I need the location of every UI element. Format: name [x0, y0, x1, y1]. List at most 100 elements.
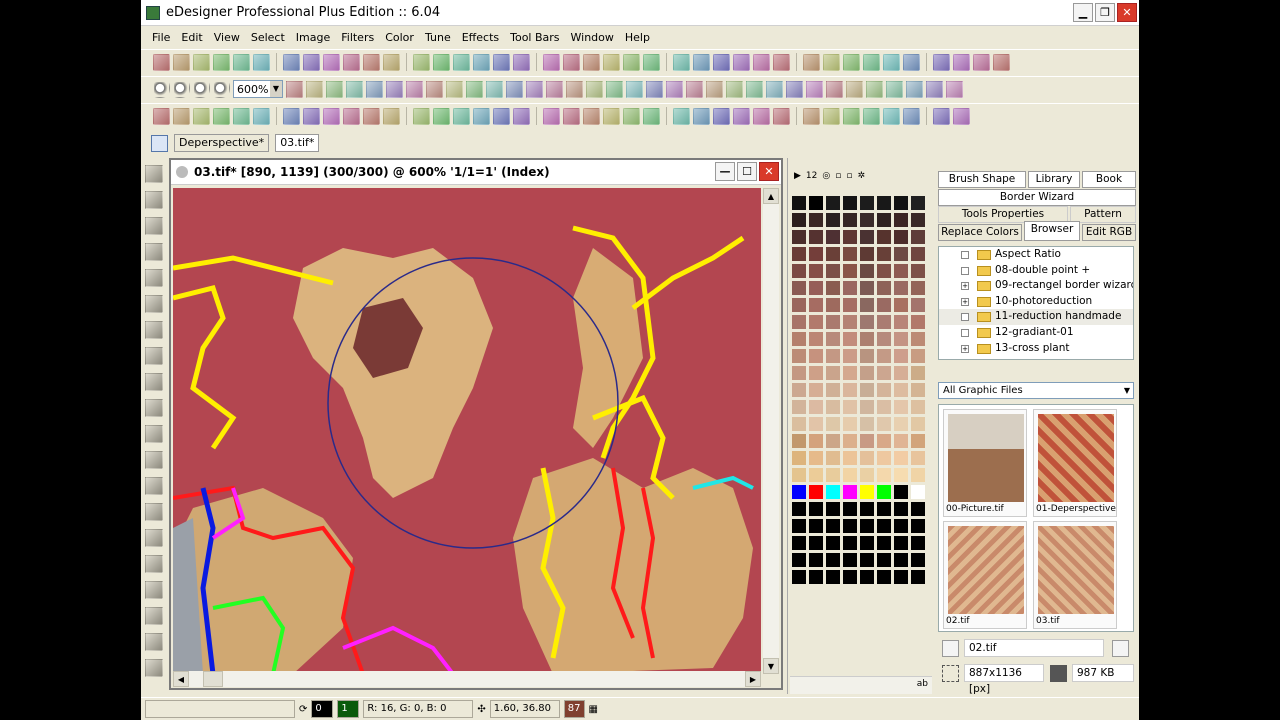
toolbar-tool-icon[interactable] [363, 53, 380, 71]
palette-swatch[interactable] [843, 468, 857, 482]
palette-swatch[interactable] [792, 502, 806, 516]
toolbar-tool-icon[interactable] [433, 53, 450, 71]
palette-swatch[interactable] [809, 349, 823, 363]
palette-swatch[interactable] [809, 315, 823, 329]
palette-swatch[interactable] [809, 247, 823, 261]
view-tool-icon[interactable] [746, 80, 763, 98]
palette-swatch[interactable] [843, 315, 857, 329]
toolbar-tool-icon[interactable] [603, 53, 620, 71]
menu-tune[interactable]: Tune [424, 30, 452, 45]
palette-swatch[interactable] [877, 196, 891, 210]
toolbar-tool-icon[interactable] [773, 53, 790, 71]
tab-book-shelf[interactable]: Book Shelf [1082, 171, 1136, 200]
palette-swatch[interactable] [877, 536, 891, 550]
palette-swatch[interactable] [809, 485, 823, 499]
palette-swatch[interactable] [860, 451, 874, 465]
toolbar-tool-icon[interactable] [993, 53, 1010, 71]
side-tool-icon[interactable] [145, 165, 163, 183]
toolbar-tool-icon[interactable] [513, 53, 530, 71]
palette-swatch[interactable] [894, 196, 908, 210]
palette-swatch[interactable] [894, 451, 908, 465]
view-tool-icon[interactable] [566, 80, 583, 98]
edit-tool-icon[interactable] [883, 107, 900, 125]
palette-swatch[interactable] [860, 247, 874, 261]
palette-swatch[interactable] [792, 536, 806, 550]
palette-swatch[interactable] [860, 332, 874, 346]
palette-swatch[interactable] [877, 502, 891, 516]
palette-swatch[interactable] [877, 247, 891, 261]
view-tool-icon[interactable] [346, 80, 363, 98]
palette-swatch[interactable] [911, 230, 925, 244]
zoom-select[interactable]: 600% ▼ [233, 80, 283, 98]
palette-swatch[interactable] [792, 213, 806, 227]
tree-item[interactable]: +09-rectangel border wizarc [939, 278, 1133, 294]
palette-swatch[interactable] [860, 485, 874, 499]
expand-icon[interactable] [961, 328, 969, 337]
tree-item[interactable]: +10-photoreduction [939, 294, 1133, 310]
menu-toolbars[interactable]: Tool Bars [509, 30, 560, 45]
toolbar-tool-icon[interactable] [283, 53, 300, 71]
zoom-out-icon[interactable] [193, 80, 210, 98]
toolbar-tool-icon[interactable] [153, 53, 170, 71]
menu-select[interactable]: Select [250, 30, 286, 45]
palette-swatch[interactable] [894, 366, 908, 380]
tree-item[interactable]: 12-gradiant-01 [939, 325, 1133, 341]
view-tool-icon[interactable] [546, 80, 563, 98]
palette-swatch[interactable] [877, 332, 891, 346]
palette-swatch[interactable] [792, 451, 806, 465]
palette-swatch[interactable] [792, 434, 806, 448]
toolbar-tool-icon[interactable] [883, 53, 900, 71]
toolbar-tool-icon[interactable] [453, 53, 470, 71]
view-tool-icon[interactable] [826, 80, 843, 98]
menu-color[interactable]: Color [384, 30, 415, 45]
palette-swatch[interactable] [911, 536, 925, 550]
toolbar-tool-icon[interactable] [493, 53, 510, 71]
menu-window[interactable]: Window [570, 30, 615, 45]
palette-swatch[interactable] [877, 366, 891, 380]
zoom-in-icon[interactable] [173, 80, 190, 98]
palette-swatch[interactable] [911, 553, 925, 567]
scroll-thumb[interactable] [203, 671, 223, 687]
palette-swatch[interactable] [894, 264, 908, 278]
image-canvas[interactable] [173, 188, 761, 674]
view-tool-icon[interactable] [366, 80, 383, 98]
toolbar-tool-icon[interactable] [543, 53, 560, 71]
palette-swatch[interactable] [911, 196, 925, 210]
edit-tool-icon[interactable] [173, 107, 190, 125]
palette-swatch[interactable] [877, 315, 891, 329]
edit-tool-icon[interactable] [733, 107, 750, 125]
tab-browser[interactable]: Browser [1024, 221, 1080, 241]
zoom-fit-icon[interactable] [213, 80, 230, 98]
palette-swatch[interactable] [792, 298, 806, 312]
toolbar-tool-icon[interactable] [343, 53, 360, 71]
palette-swatch[interactable] [860, 468, 874, 482]
palette-swatch[interactable] [843, 553, 857, 567]
palette-scrollbar[interactable]: ab [790, 676, 932, 694]
palette-swatch[interactable] [911, 519, 925, 533]
palette-swatch[interactable] [843, 434, 857, 448]
edit-tool-icon[interactable] [383, 107, 400, 125]
palette-swatch[interactable] [826, 264, 840, 278]
palette-swatch[interactable] [843, 400, 857, 414]
view-tool-icon[interactable] [286, 80, 303, 98]
tree-item-selected[interactable]: 11-reduction handmade [939, 309, 1133, 325]
palette-swatch[interactable] [792, 332, 806, 346]
edit-tool-icon[interactable] [603, 107, 620, 125]
expand-icon[interactable]: + [961, 282, 969, 291]
palette-swatch[interactable] [809, 332, 823, 346]
palette-swatch[interactable] [894, 536, 908, 550]
palette-swatch[interactable] [894, 383, 908, 397]
thumbnail[interactable]: 02.tif [943, 521, 1027, 629]
refresh-icon[interactable]: ⟳ [299, 704, 307, 715]
palette-swatch[interactable] [809, 264, 823, 278]
minimize-button[interactable]: ▁ [1073, 3, 1093, 22]
palette-swatch[interactable] [809, 366, 823, 380]
toolbar-tool-icon[interactable] [303, 53, 320, 71]
toolbar-tool-icon[interactable] [953, 53, 970, 71]
vertical-scrollbar[interactable]: ▲ ▼ [763, 188, 779, 674]
palette-swatch[interactable] [860, 434, 874, 448]
palette-swatch[interactable] [860, 349, 874, 363]
folder-tree[interactable]: Aspect Ratio 08-double point + +09-recta… [938, 246, 1134, 360]
palette-swatch[interactable] [826, 434, 840, 448]
palette-swatch[interactable] [877, 298, 891, 312]
